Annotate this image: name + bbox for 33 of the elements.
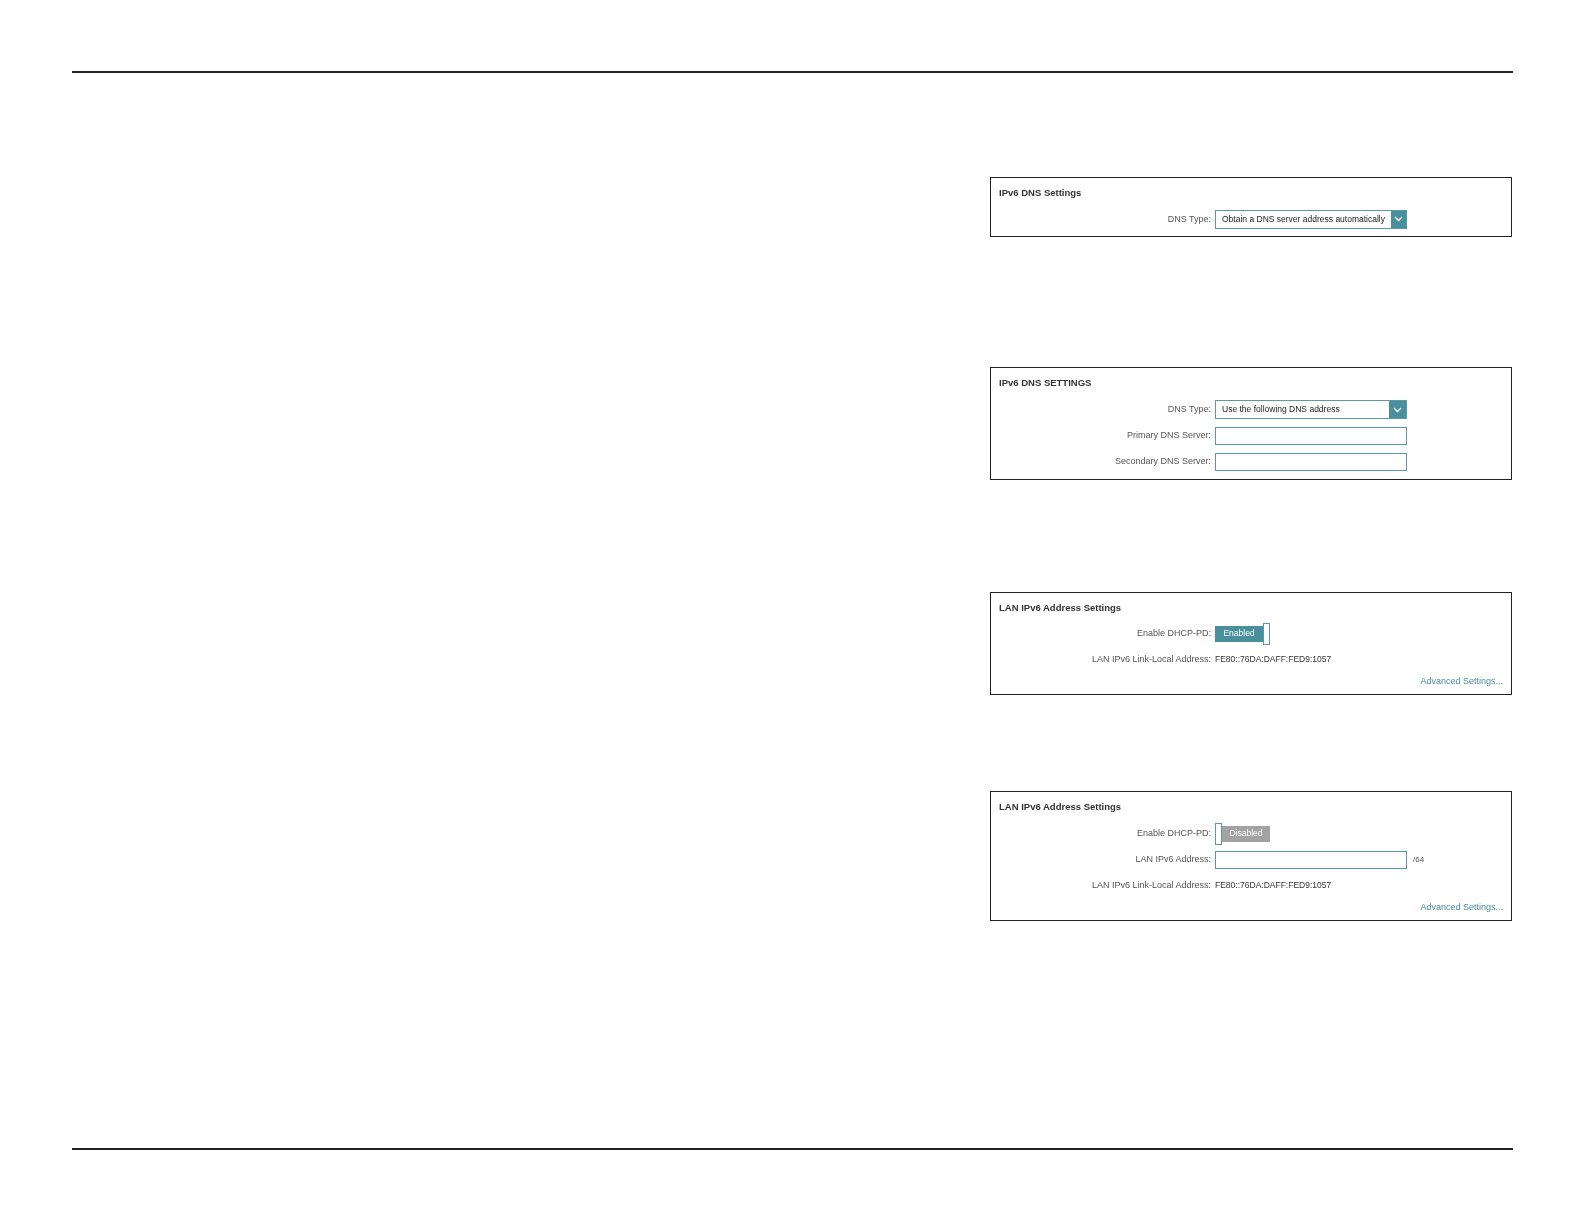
field-label: LAN IPv6 Link-Local Address: — [1090, 653, 1212, 666]
input-field[interactable] — [1215, 426, 1407, 445]
field-value: FE80::76DA:DAFF:FED9:1057 — [1215, 879, 1332, 892]
field-label: LAN IPv6 Address: — [1134, 852, 1212, 866]
field-label: Primary DNS Server: — [1126, 428, 1212, 442]
panel-title: IPv6 DNS SETTINGS — [999, 376, 1093, 391]
dns-type-dropdown[interactable]: Obtain a DNS server address automatically — [1215, 209, 1407, 229]
advanced-settings-link[interactable]: Advanced Settings... — [1420, 900, 1503, 914]
chevron-down-icon — [1391, 210, 1406, 228]
toggle-switch[interactable]: Disabled — [1215, 822, 1270, 845]
dropdown-value: Obtain a DNS server address automatically — [1221, 212, 1386, 226]
input-field[interactable] — [1215, 850, 1407, 869]
field-label: Secondary DNS Server: — [1113, 454, 1212, 468]
panel-title: IPv6 DNS Settings — [999, 186, 1083, 200]
panel-title: LAN IPv6 Address Settings — [999, 800, 1123, 815]
field-label: DNS Type: — [1166, 402, 1212, 416]
advanced-settings-link[interactable]: Advanced Settings... — [1420, 674, 1503, 689]
field-label: LAN IPv6 Link-Local Address: — [1090, 878, 1212, 892]
field-label: Enable DHCP-PD: — [1135, 627, 1212, 640]
panel-title: LAN IPv6 Address Settings — [999, 600, 1123, 615]
dropdown-value: Use the following DNS address — [1221, 403, 1341, 416]
chevron-down-icon — [1389, 401, 1406, 418]
toggle-knob — [1215, 822, 1222, 845]
field-value: FE80::76DA:DAFF:FED9:1057 — [1215, 653, 1332, 667]
toggle-switch[interactable]: Enabled — [1215, 622, 1270, 645]
input-field[interactable] — [1215, 452, 1407, 471]
toggle-state: Enabled — [1215, 625, 1263, 642]
dns-type-dropdown[interactable]: Use the following DNS address — [1215, 400, 1407, 419]
prefix-length: /64 — [1413, 853, 1425, 866]
field-label: Enable DHCP-PD: — [1135, 826, 1212, 840]
toggle-state: Disabled — [1222, 825, 1270, 842]
toggle-knob — [1263, 622, 1270, 645]
field-label: DNS Type: — [1166, 212, 1212, 226]
